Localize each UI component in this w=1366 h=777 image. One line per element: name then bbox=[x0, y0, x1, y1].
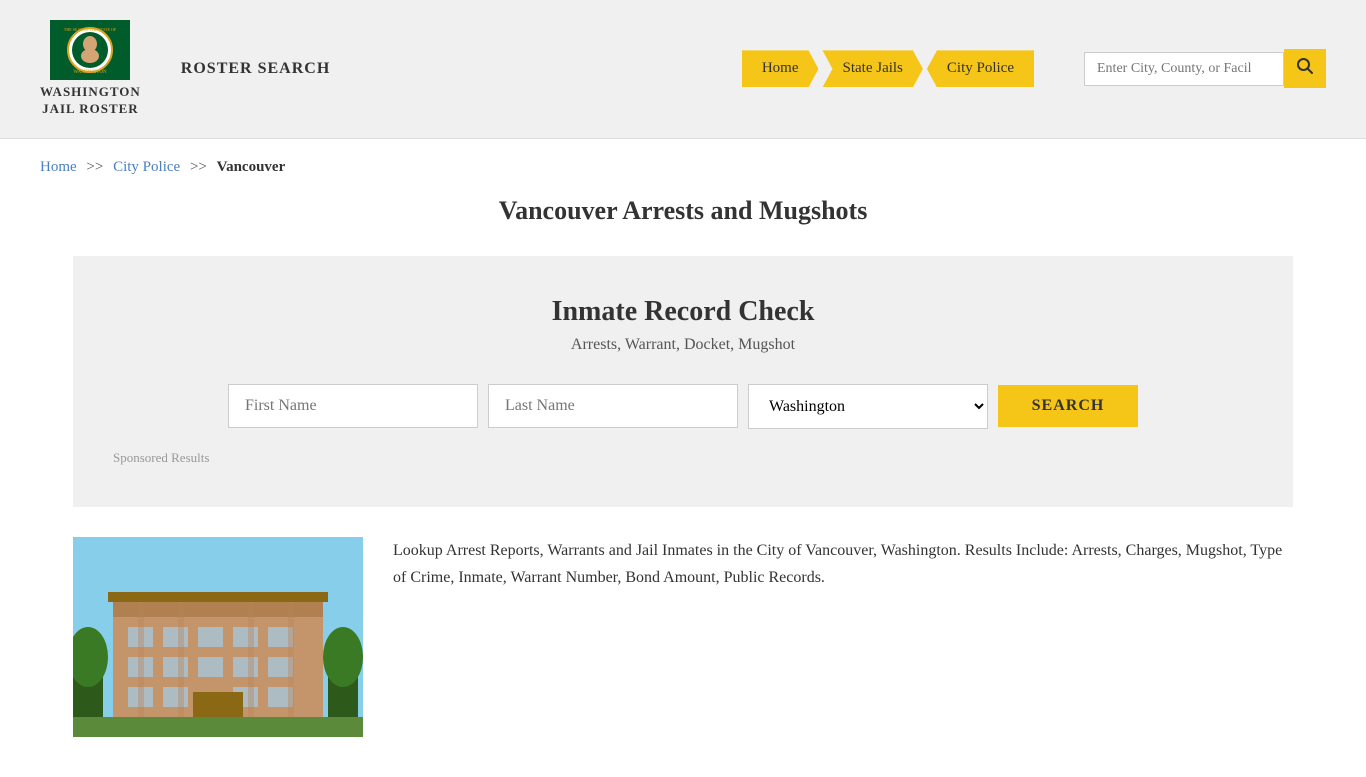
inmate-search-form: AlabamaAlaskaArizonaArkansasCaliforniaCo… bbox=[103, 384, 1263, 429]
logo-flag-image: WASHINGTON THE SEAL OF THE STATE OF bbox=[50, 20, 130, 80]
first-name-input[interactable] bbox=[228, 384, 478, 428]
header-search-area bbox=[1084, 49, 1326, 88]
search-button[interactable]: SEARCH bbox=[998, 385, 1138, 427]
breadcrumb-current: Vancouver bbox=[217, 159, 286, 175]
svg-text:THE SEAL OF THE STATE OF: THE SEAL OF THE STATE OF bbox=[64, 27, 117, 32]
header-search-button[interactable] bbox=[1284, 49, 1326, 88]
svg-text:WASHINGTON: WASHINGTON bbox=[74, 70, 108, 75]
main-content: Vancouver Arrests and Mugshots Inmate Re… bbox=[33, 196, 1333, 777]
main-nav: Home State Jails City Police bbox=[742, 50, 1034, 87]
breadcrumb-city-police-link[interactable]: City Police bbox=[113, 159, 180, 175]
search-icon bbox=[1296, 57, 1314, 75]
site-logo[interactable]: WASHINGTON THE SEAL OF THE STATE OF WASH… bbox=[40, 20, 141, 118]
nav-city-police-button[interactable]: City Police bbox=[927, 50, 1034, 87]
sponsored-results-label: Sponsored Results bbox=[103, 449, 1263, 467]
nav-state-jails-button[interactable]: State Jails bbox=[822, 50, 922, 87]
last-name-input[interactable] bbox=[488, 384, 738, 428]
breadcrumb-separator-1: >> bbox=[86, 159, 103, 175]
breadcrumb-home-link[interactable]: Home bbox=[40, 159, 77, 175]
breadcrumb-separator-2: >> bbox=[190, 159, 207, 175]
header-search-input[interactable] bbox=[1084, 52, 1284, 86]
record-check-subtitle: Arrests, Warrant, Docket, Mugshot bbox=[103, 336, 1263, 354]
nav-home-button[interactable]: Home bbox=[742, 50, 819, 87]
state-select[interactable]: AlabamaAlaskaArizonaArkansasCaliforniaCo… bbox=[748, 384, 988, 429]
page-title: Vancouver Arrests and Mugshots bbox=[73, 196, 1293, 226]
record-check-title: Inmate Record Check bbox=[103, 296, 1263, 328]
breadcrumb: Home >> City Police >> Vancouver bbox=[0, 139, 1366, 196]
site-header: WASHINGTON THE SEAL OF THE STATE OF WASH… bbox=[0, 0, 1366, 139]
roster-search-label: ROSTER SEARCH bbox=[181, 60, 330, 78]
record-check-box: Inmate Record Check Arrests, Warrant, Do… bbox=[73, 256, 1293, 507]
building-image bbox=[73, 537, 363, 737]
bottom-section: Lookup Arrest Reports, Warrants and Jail… bbox=[73, 537, 1293, 737]
description-text: Lookup Arrest Reports, Warrants and Jail… bbox=[393, 537, 1293, 591]
site-title: WASHINGTON JAIL ROSTER bbox=[40, 84, 141, 118]
